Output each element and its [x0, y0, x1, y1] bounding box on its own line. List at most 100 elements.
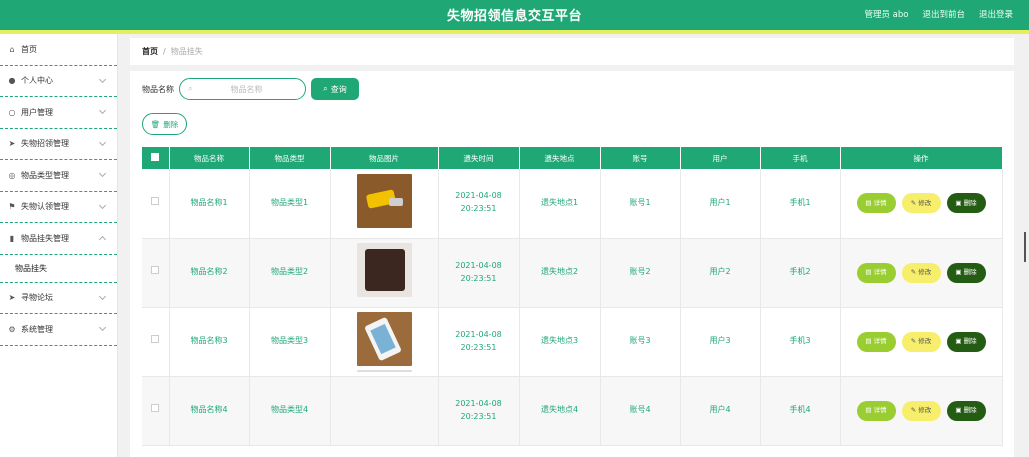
- detail-button[interactable]: ▤ 详情: [856, 331, 896, 352]
- edit-button[interactable]: ✎ 修改: [901, 331, 941, 352]
- lost-place-cell: 遗失地点3: [519, 307, 601, 377]
- sidebar-item-user-management[interactable]: ○ 用户管理: [0, 97, 117, 129]
- sidebar-item-claim-management[interactable]: ⚑ 失物认领管理: [0, 192, 117, 223]
- lost-place-cell: 遗失地点1: [519, 169, 601, 239]
- column-header: 操作: [840, 147, 1003, 169]
- search-icon: ⌕: [323, 84, 328, 93]
- item-name-cell: 物品名称3: [169, 307, 250, 377]
- phone-cell: 手机3: [760, 307, 841, 377]
- delete-button[interactable]: ▣ 删除: [946, 400, 986, 421]
- user-outline-icon: ○: [8, 107, 16, 117]
- send-icon: ➤: [8, 293, 16, 303]
- user-icon: ●: [8, 76, 16, 86]
- breadcrumb-current: 物品挂失: [170, 47, 203, 56]
- column-header: 账号: [600, 147, 681, 169]
- bulk-delete-label: 删除: [163, 119, 179, 129]
- delete-label: 删除: [963, 199, 977, 208]
- logout-link[interactable]: 退出登录: [979, 8, 1013, 20]
- detail-label: 详情: [873, 199, 887, 208]
- bulk-delete-button[interactable]: 🗑 删除: [142, 113, 187, 135]
- edit-icon: ✎: [910, 337, 917, 346]
- search-input[interactable]: [196, 84, 297, 94]
- detail-button[interactable]: ▤ 详情: [856, 193, 896, 214]
- breadcrumb-home[interactable]: 首页: [142, 46, 158, 57]
- sidebar-subitem-loss-report[interactable]: 物品挂失: [0, 255, 117, 283]
- edit-label: 修改: [918, 199, 932, 208]
- table-header-row: 物品名称 物品类型 物品图片 遗失时间 遗失地点 账号 用户 手机 操作: [142, 147, 1003, 169]
- search-label: 物品名称: [142, 85, 174, 94]
- user-cell: 用户2: [680, 238, 761, 308]
- lost-time-cell: 2021-04-08 20:23:51: [438, 238, 520, 308]
- column-header: 物品类型: [249, 147, 331, 169]
- main-content: 首页 / 物品挂失 物品名称 ⌕ ⌕ 查询 🗑 删除 物品名称 物品类型 物品图…: [130, 34, 1014, 457]
- edit-button[interactable]: ✎ 修改: [901, 400, 941, 421]
- sidebar-item-forum[interactable]: ➤ 寻物论坛: [0, 283, 117, 314]
- top-right-menu: 管理员 abo 退出到前台 退出登录: [864, 8, 1013, 20]
- sidebar-item-label: 失物认领管理: [21, 202, 69, 212]
- account-cell: 账号3: [600, 307, 681, 377]
- row-checkbox[interactable]: [151, 404, 160, 413]
- sidebar-item-system-management[interactable]: ⚙ 系统管理: [0, 314, 117, 346]
- table-row: 物品名称4 物品类型4 2021-04-08 20:23:51 遗失地点4 账号…: [142, 370, 1003, 446]
- account-cell: 账号2: [600, 238, 681, 308]
- item-image-keys: [356, 173, 412, 228]
- top-bar: 失物招领信息交互平台 管理员 abo 退出到前台 退出登录: [0, 0, 1029, 30]
- delete-button[interactable]: ▣ 删除: [946, 193, 986, 214]
- detail-icon: ▤: [865, 337, 872, 346]
- user-cell: 用户3: [680, 307, 761, 377]
- table-row: 物品名称2 物品类型2 2021-04-08 20:23:51 遗失地点2 账号…: [142, 238, 1003, 308]
- account-cell: 账号1: [600, 169, 681, 239]
- trash-icon: ▣: [955, 199, 962, 208]
- table-row: 物品名称1 物品类型1 2021-04-08 20:23:51 遗失地点1 账号…: [142, 169, 1003, 239]
- chevron-down-icon: [98, 169, 107, 178]
- detail-icon: ▤: [865, 199, 872, 208]
- edit-icon: ✎: [910, 199, 917, 208]
- detail-button[interactable]: ▤ 详情: [856, 262, 896, 283]
- sidebar-item-label: 用户管理: [21, 107, 53, 117]
- delete-label: 删除: [963, 406, 977, 415]
- detail-button[interactable]: ▤ 详情: [856, 400, 896, 421]
- sidebar-item-loss-report-management[interactable]: ▮ 物品挂失管理: [0, 223, 117, 255]
- edit-icon: ✎: [910, 268, 917, 277]
- circle-icon: ◎: [8, 170, 16, 180]
- sidebar: ⌂ 首页 ● 个人中心 ○ 用户管理 ➤ 失物招领管理 ◎ 物品类型管理 ⚑ 失…: [0, 34, 118, 457]
- sidebar-item-label: 首页: [21, 44, 37, 54]
- item-name-cell: 物品名称1: [169, 169, 250, 239]
- delete-button[interactable]: ▣ 删除: [946, 262, 986, 283]
- user-cell: 用户1: [680, 169, 761, 239]
- item-type-cell: 物品类型4: [249, 376, 331, 446]
- chevron-down-icon: [98, 106, 107, 115]
- row-checkbox[interactable]: [151, 266, 160, 275]
- sidebar-item-personal-center[interactable]: ● 个人中心: [0, 66, 117, 97]
- column-header: 物品名称: [169, 147, 250, 169]
- trash-icon: ▣: [955, 406, 962, 415]
- trash-icon: 🗑: [150, 119, 161, 129]
- delete-label: 删除: [963, 337, 977, 346]
- sidebar-item-lost-found-management[interactable]: ➤ 失物招领管理: [0, 129, 117, 160]
- home-icon: ⌂: [9, 44, 15, 54]
- edit-button[interactable]: ✎ 修改: [901, 262, 941, 283]
- delete-label: 删除: [963, 268, 977, 277]
- detail-icon: ▤: [865, 406, 872, 415]
- item-type-cell: 物品类型2: [249, 238, 331, 308]
- chevron-down-icon: [98, 75, 107, 83]
- phone-cell: 手机1: [760, 169, 841, 239]
- row-checkbox[interactable]: [151, 196, 160, 205]
- item-name-cell: 物品名称2: [169, 238, 250, 308]
- trash-icon: ▣: [955, 268, 962, 277]
- lost-time-cell: 2021-04-08 20:23:51: [438, 376, 520, 446]
- vertical-scrollbar[interactable]: [1024, 232, 1026, 262]
- select-all-checkbox[interactable]: [151, 153, 160, 161]
- sidebar-item-item-type-management[interactable]: ◎ 物品类型管理: [0, 160, 117, 192]
- edit-button[interactable]: ✎ 修改: [901, 193, 941, 214]
- search-button[interactable]: ⌕ 查询: [311, 78, 359, 100]
- delete-button[interactable]: ▣ 删除: [946, 331, 986, 352]
- column-header: 遗失地点: [519, 147, 601, 169]
- column-header: 手机: [760, 147, 841, 169]
- chevron-down-icon: [98, 292, 107, 300]
- lost-place-cell: 遗失地点2: [519, 238, 601, 308]
- item-name-cell: 物品名称4: [169, 376, 250, 446]
- row-checkbox[interactable]: [151, 335, 160, 344]
- back-to-front-link[interactable]: 退出到前台: [922, 8, 965, 20]
- sidebar-item-home[interactable]: ⌂ 首页: [0, 34, 117, 66]
